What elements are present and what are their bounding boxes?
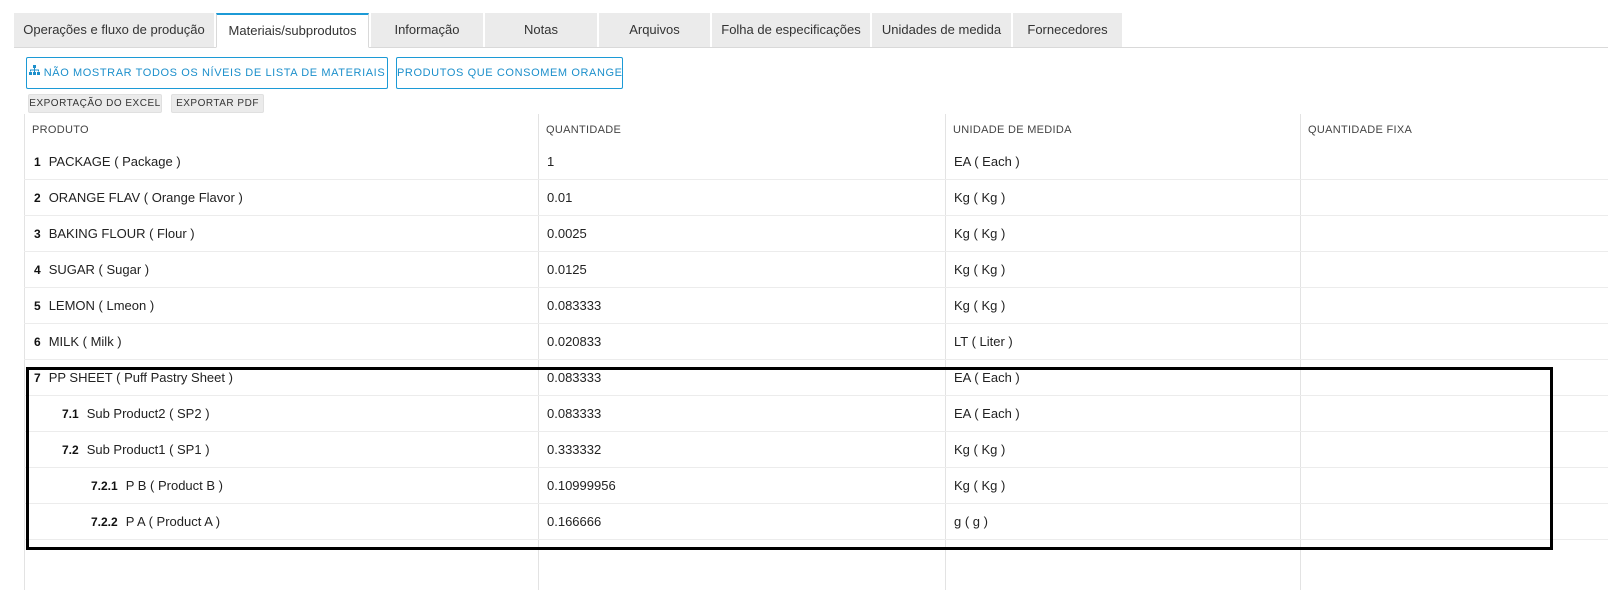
table-row[interactable]: 4 SUGAR ( Sugar ) 0.0125 Kg ( Kg ) [24,252,1608,288]
table-row[interactable]: 7 PP SHEET ( Puff Pastry Sheet ) 0.083333 E… [24,360,1608,396]
product-cell: 7.2 Sub Product1 ( SP1 ) [62,442,210,458]
unit-cell: Kg ( Kg ) [954,442,1006,457]
table-row[interactable]: 7.2.2 P A ( Product A ) 0.166666 g ( g ) [24,504,1608,540]
unit-cell: Kg ( Kg ) [954,190,1006,205]
quantity-cell: 0.166666 [547,514,602,529]
export-excel-button[interactable]: EXPORTAÇÃO DO EXCEL [28,94,162,113]
bom-levels-button[interactable]: NÃO MOSTRAR TODOS OS NÍVEIS DE LISTA DE … [26,57,388,89]
table-row[interactable]: 1 PACKAGE ( Package ) 1 EA ( Each ) [24,144,1608,180]
product-name: LEMON ( Lmeon ) [48,298,155,313]
table-row[interactable]: 3 BAKING FLOUR ( Flour ) 0.0025 Kg ( Kg ) [24,216,1608,252]
product-cell: 7.1 Sub Product2 ( SP2 ) [62,406,210,422]
row-number: 7.2.2 [91,515,118,529]
table-row[interactable]: 7.2 Sub Product1 ( SP1 ) 0.333332 Kg ( Kg ) [24,432,1608,468]
unit-cell: EA ( Each ) [954,370,1020,385]
unit-cell: Kg ( Kg ) [954,226,1006,241]
product-name: P B ( Product B ) [125,478,223,493]
row-number: 3 [34,227,41,241]
header-product[interactable]: PRODUTO [32,124,89,136]
product-name: PP SHEET ( Puff Pastry Sheet ) [48,370,233,385]
quantity-cell: 0.083333 [547,298,602,313]
row-number: 7 [34,371,41,385]
product-cell: 7 PP SHEET ( Puff Pastry Sheet ) [34,370,233,386]
unit-cell: Kg ( Kg ) [954,262,1006,277]
tab-suppliers[interactable]: Fornecedores [1013,13,1122,47]
quantity-cell: 0.083333 [547,406,602,421]
unit-cell: Kg ( Kg ) [954,298,1006,313]
product-cell: 7.2.1 P B ( Product B ) [91,478,223,494]
product-name: ORANGE FLAV ( Orange Flavor ) [48,190,243,205]
tab-spec-sheet[interactable]: Folha de especificações [712,13,870,47]
tab-bar: Operações e fluxo de produção Materiais/… [14,13,1608,48]
product-cell: 5 LEMON ( Lmeon ) [34,298,154,314]
tab-information[interactable]: Informação [371,13,483,47]
header-fixed-quantity[interactable]: QUANTIDADE FIXA [1308,124,1412,136]
row-number: 5 [34,299,41,313]
quantity-cell: 0.01 [547,190,573,205]
product-name: P A ( Product A ) [125,514,221,529]
product-cell: 6 MILK ( Milk ) [34,334,122,350]
product-cell: 1 PACKAGE ( Package ) [34,154,181,170]
header-quantity[interactable]: QUANTIDADE [546,124,621,136]
table-row[interactable]: 2 ORANGE FLAV ( Orange Flavor ) 0.01 Kg ( K… [24,180,1608,216]
quantity-cell: 0.083333 [547,370,602,385]
materials-table: PRODUTO QUANTIDADE UNIDADE DE MEDIDA QUA… [24,114,1608,590]
quantity-cell: 0.10999956 [547,478,616,493]
product-name: BAKING FLOUR ( Flour ) [48,226,195,241]
product-cell: 4 SUGAR ( Sugar ) [34,262,149,278]
unit-cell: Kg ( Kg ) [954,478,1006,493]
table-row[interactable]: 5 LEMON ( Lmeon ) 0.083333 Kg ( Kg ) [24,288,1608,324]
product-name: MILK ( Milk ) [48,334,122,349]
product-name: PACKAGE ( Package ) [48,154,181,169]
unit-cell: EA ( Each ) [954,406,1020,421]
tab-files[interactable]: Arquivos [599,13,710,47]
row-number: 2 [34,191,41,205]
quantity-cell: 1 [547,154,555,169]
row-number: 7.1 [62,407,79,421]
row-number: 7.2 [62,443,79,457]
product-cell: 7.2.2 P A ( Product A ) [91,514,220,530]
row-divider [24,539,1608,540]
row-number: 7.2.1 [91,479,118,493]
product-name: SUGAR ( Sugar ) [48,262,150,277]
quantity-cell: 0.333332 [547,442,602,457]
hierarchy-icon [28,57,40,87]
row-number: 6 [34,335,41,349]
row-number: 4 [34,263,41,277]
product-name: Sub Product1 ( SP1 ) [86,442,210,457]
table-row[interactable]: 7.2.1 P B ( Product B ) 0.10999956 Kg ( Kg … [24,468,1608,504]
tab-units[interactable]: Unidades de medida [872,13,1011,47]
quantity-cell: 0.0125 [547,262,587,277]
product-cell: 2 ORANGE FLAV ( Orange Flavor ) [34,190,243,206]
table-row[interactable]: 7.1 Sub Product2 ( SP2 ) 0.083333 EA ( Each… [24,396,1608,432]
quantity-cell: 0.020833 [547,334,602,349]
header-unit[interactable]: UNIDADE DE MEDIDA [953,124,1072,136]
unit-cell: LT ( Liter ) [954,334,1013,349]
product-cell: 3 BAKING FLOUR ( Flour ) [34,226,195,242]
bom-levels-label: NÃO MOSTRAR TODOS OS NÍVEIS DE LISTA DE … [43,67,386,79]
export-pdf-button[interactable]: EXPORTAR PDF [171,94,264,113]
unit-cell: EA ( Each ) [954,154,1020,169]
table-row[interactable]: 6 MILK ( Milk ) 0.020833 LT ( Liter ) [24,324,1608,360]
tab-materials[interactable]: Materiais/subprodutos [216,13,369,48]
consumers-button[interactable]: PRODUTOS QUE CONSOMEM ORANGE [396,57,623,89]
tab-notes[interactable]: Notas [485,13,597,47]
product-name: Sub Product2 ( SP2 ) [86,406,210,421]
quantity-cell: 0.0025 [547,226,587,241]
tab-operations[interactable]: Operações e fluxo de produção [14,13,214,47]
unit-cell: g ( g ) [954,514,988,529]
row-number: 1 [34,155,41,169]
